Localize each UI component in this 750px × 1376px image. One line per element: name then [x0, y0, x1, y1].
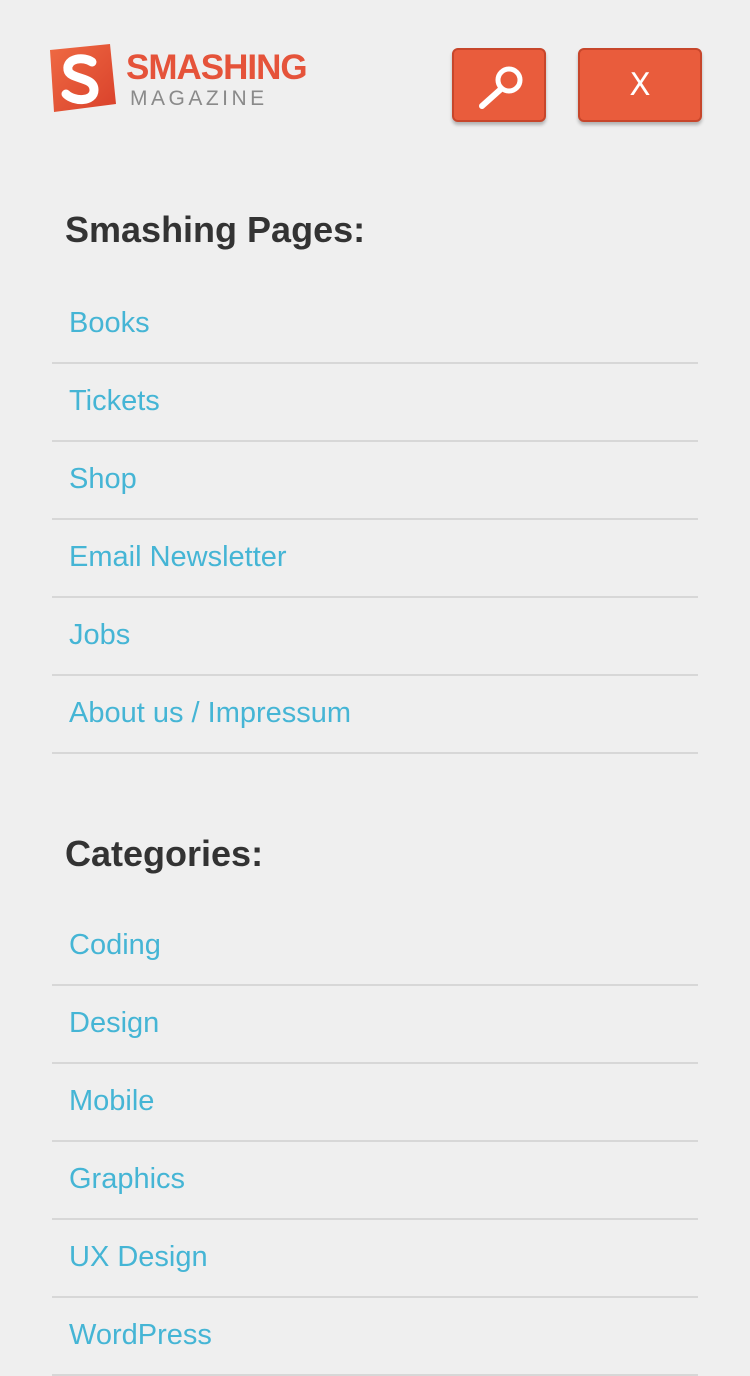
menu-item-shop[interactable]: Shop [52, 442, 698, 520]
menu-link-shop[interactable]: Shop [69, 462, 137, 496]
menu-item-about-us[interactable]: About us / Impressum [52, 676, 698, 754]
close-button-label: X [629, 67, 651, 103]
menu-item-tickets[interactable]: Tickets [52, 364, 698, 442]
categories-list: Coding Design Mobile Graphics UX Design … [52, 908, 698, 1376]
search-icon [479, 66, 523, 109]
menu-item-design[interactable]: Design [52, 986, 698, 1064]
logo-wordmark: SMASHING [126, 48, 308, 87]
section-title-categories: Categories: [65, 833, 264, 874]
menu-link-tickets[interactable]: Tickets [69, 384, 160, 418]
menu-item-email-newsletter[interactable]: Email Newsletter [52, 520, 698, 598]
logo[interactable]: SMASHING MAGAZINE [44, 42, 334, 117]
menu-link-email-newsletter[interactable]: Email Newsletter [69, 540, 287, 574]
menu-link-graphics[interactable]: Graphics [69, 1162, 185, 1196]
menu-link-wordpress[interactable]: WordPress [69, 1318, 212, 1352]
menu-link-about-us[interactable]: About us / Impressum [69, 696, 351, 730]
menu-link-mobile[interactable]: Mobile [69, 1084, 154, 1118]
menu-link-books[interactable]: Books [69, 306, 150, 340]
menu-link-coding[interactable]: Coding [69, 928, 161, 962]
menu-item-ux-design[interactable]: UX Design [52, 1220, 698, 1298]
close-menu-button[interactable]: X [578, 48, 702, 122]
menu-link-design[interactable]: Design [69, 1006, 159, 1040]
menu-item-books[interactable]: Books [52, 286, 698, 364]
menu-link-ux-design[interactable]: UX Design [69, 1240, 208, 1274]
smashing-logo-icon [50, 44, 116, 112]
smashing-pages-list: Books Tickets Shop Email Newsletter Jobs… [52, 286, 698, 754]
section-title-smashing-pages: Smashing Pages: [65, 209, 366, 250]
logo-tagline: MAGAZINE [130, 87, 268, 110]
menu-item-wordpress[interactable]: WordPress [52, 1298, 698, 1376]
search-button[interactable] [452, 48, 546, 122]
menu-item-coding[interactable]: Coding [52, 908, 698, 986]
menu-item-graphics[interactable]: Graphics [52, 1142, 698, 1220]
header: SMASHING MAGAZINE X [0, 0, 750, 160]
menu-item-jobs[interactable]: Jobs [52, 598, 698, 676]
menu-item-mobile[interactable]: Mobile [52, 1064, 698, 1142]
menu-link-jobs[interactable]: Jobs [69, 618, 130, 652]
